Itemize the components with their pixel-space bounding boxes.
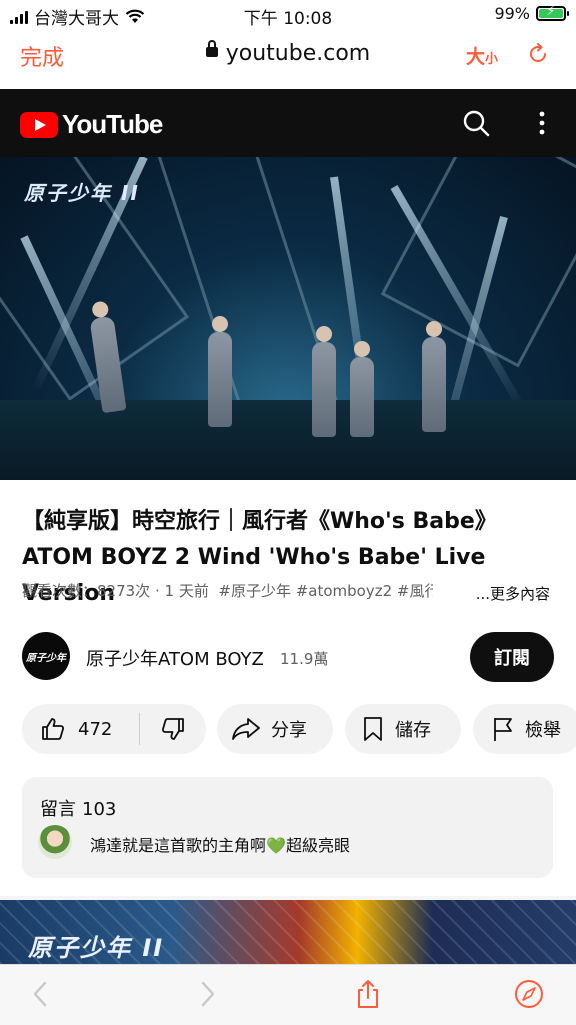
dislike-button[interactable] [140,704,206,754]
action-bar: 472 分享 儲存 檢舉 [22,704,576,754]
reload-icon[interactable] [526,42,550,66]
comments-count: 103 [82,799,117,820]
stage-floor [0,400,576,480]
commenter-avatar [38,825,72,859]
status-bar: 台灣大哥大 下午 10:08 99% ⚡ [0,0,576,30]
status-time: 下午 10:08 [243,9,333,29]
charging-bolt-icon: ⚡ [546,4,556,19]
safari-address-bar: 完成 youtube.com 大小 [0,30,576,88]
share-button[interactable]: 分享 [217,704,333,754]
back-icon[interactable] [26,979,56,1009]
dancer [350,341,374,437]
channel-name[interactable]: 原子少年ATOM BOYZ [86,645,264,671]
channel-row: 原子少年 原子少年ATOM BOYZ 11.9萬 訂閱 [22,632,554,682]
view-count: 觀看次數：8273次 [22,582,151,600]
report-button[interactable]: 檢舉 [473,704,576,754]
more-vert-icon[interactable] [530,109,554,137]
dancer [312,326,336,437]
green-heart-emoji: 💚 [266,836,286,855]
subscribe-button[interactable]: 訂閱 [470,632,554,682]
dancer [422,321,446,432]
video-meta[interactable]: 觀看次數：8273次 · 1 天前 #原子少年 #atomboyz2 #風行者 … [22,580,562,604]
battery-icon: ⚡ [536,4,569,21]
share-icon [232,718,260,740]
save-button[interactable]: 儲存 [345,704,461,754]
share-sheet-icon[interactable] [353,979,383,1009]
share-label: 分享 [271,720,307,741]
search-icon[interactable] [462,109,490,137]
youtube-logo-text: YouTube [62,109,163,139]
lock-icon [205,40,218,57]
battery-percent: 99% [494,4,530,23]
like-dislike-group: 472 [22,704,206,754]
status-right: 99% ⚡ [494,4,569,23]
comments-header: 留言 103 [40,795,116,821]
top-comment: 鴻達就是這首歌的主角啊💚超級亮眼 [90,832,350,856]
report-label: 檢舉 [525,720,561,741]
hashtags[interactable]: #原子少年 #atomboyz2 #風行者 [218,580,433,601]
bookmark-icon [364,717,382,741]
like-count: 472 [78,718,113,740]
youtube-logo-icon [20,111,58,138]
video-player[interactable]: 原子少年 II [0,157,576,480]
safari-toolbar [0,964,576,1025]
upload-age: · 1 天前 [154,582,209,600]
comments-label: 留言 [40,799,76,820]
text-size-big: 大 [466,46,486,68]
show-more-link[interactable]: ...更多內容 [471,583,550,604]
url-text: youtube.com [225,41,371,66]
show-logo: 原子少年 II [24,181,140,205]
text-size-small: 小 [485,52,499,67]
next-video-thumbnail[interactable]: 原子少年 II [0,900,576,964]
thumbs-down-icon [162,718,184,740]
top-comment-text: 鴻達就是這首歌的主角啊 [90,836,267,855]
dancer [208,316,232,427]
youtube-logo[interactable]: YouTube [20,109,163,140]
like-button[interactable]: 472 [22,704,139,754]
text-size-button[interactable]: 大小 [466,42,498,69]
channel-avatar[interactable]: 原子少年 [22,632,70,680]
forward-icon[interactable] [192,979,222,1009]
flag-icon [494,718,512,741]
top-comment-suffix: 超級亮眼 [285,836,350,855]
next-video-show-logo: 原子少年 II [28,934,165,962]
thumbs-up-icon [42,718,65,740]
youtube-header: YouTube [0,89,576,157]
save-label: 儲存 [395,720,431,741]
compass-icon[interactable] [514,979,544,1009]
comments-teaser[interactable]: 留言 103 鴻達就是這首歌的主角啊💚超級亮眼 [22,777,553,878]
subscriber-count: 11.9萬 [280,650,329,668]
